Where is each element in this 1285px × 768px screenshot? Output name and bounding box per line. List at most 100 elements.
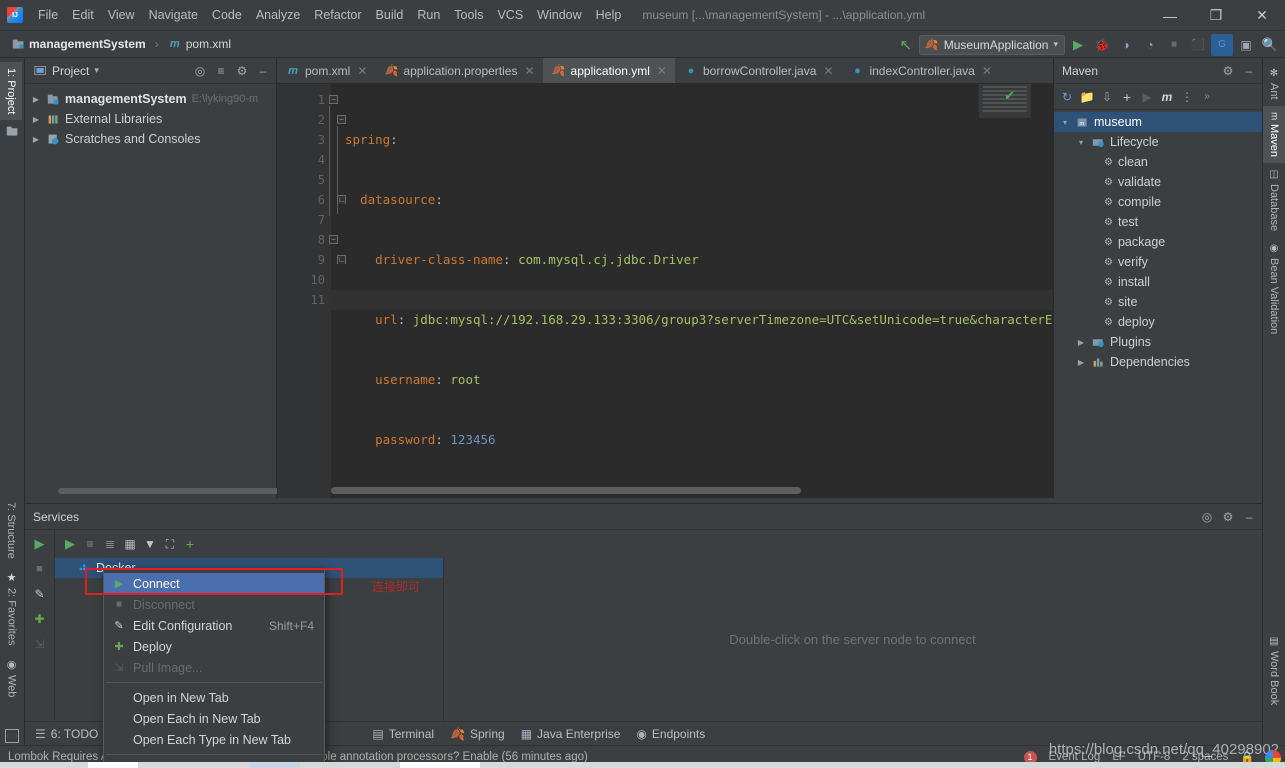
gear-icon[interactable]: ⚙: [1219, 62, 1237, 80]
chevron-right-icon[interactable]: ▶: [1076, 358, 1086, 367]
run-toolbar-icon[interactable]: ▶: [61, 535, 79, 553]
menu-tools[interactable]: Tools: [447, 4, 490, 26]
chevron-down-icon[interactable]: ▾: [1076, 138, 1086, 147]
deploy-icon[interactable]: ✚: [29, 608, 51, 630]
chevron-right-icon[interactable]: ▶: [1076, 338, 1086, 347]
maven-goal-deploy[interactable]: ⚙ deploy: [1054, 312, 1262, 332]
code-editor[interactable]: 1 2 3 4 5 6 7 8 9 10 11 − − ∟ − ∟: [277, 84, 1053, 498]
close-button[interactable]: ✕: [1239, 0, 1285, 31]
bottom-tab-java-enterprise[interactable]: ▦ Java Enterprise: [521, 727, 621, 741]
menu-vcs[interactable]: VCS: [490, 4, 530, 26]
bottom-tab-endpoints[interactable]: ◉ Endpoints: [636, 727, 705, 741]
build-project-button[interactable]: ⬛: [1187, 34, 1209, 56]
add-icon[interactable]: +: [1118, 88, 1136, 106]
locate-icon[interactable]: ◎: [191, 62, 209, 80]
maven-goal-verify[interactable]: ⚙ verify: [1054, 252, 1262, 272]
sidebar-item-web[interactable]: ◉ Web: [0, 652, 23, 703]
context-menu-item-deploy[interactable]: ✚ Deploy: [104, 636, 324, 657]
close-icon[interactable]: ✕: [982, 64, 992, 78]
menu-help[interactable]: Help: [589, 4, 629, 26]
filter-icon[interactable]: ▼: [141, 535, 159, 553]
sidebar-item-structure[interactable]: 7: Structure: [0, 496, 22, 565]
maven-goal-validate[interactable]: ⚙ validate: [1054, 172, 1262, 192]
fold-marker-server[interactable]: −: [329, 235, 338, 244]
maven-node-dependencies[interactable]: ▶ Dependencies: [1054, 352, 1262, 372]
execute-goal-icon[interactable]: ▶: [1138, 88, 1156, 106]
toggle-skip-tests-icon[interactable]: ⋮: [1178, 88, 1196, 106]
chevron-down-icon[interactable]: ▾: [94, 65, 99, 76]
menu-view[interactable]: View: [101, 4, 142, 26]
add-service-icon[interactable]: +: [181, 535, 199, 553]
expand-all-icon[interactable]: ≡: [81, 535, 99, 553]
editor-horizontal-scrollbar[interactable]: [331, 487, 801, 494]
maven-node-museum[interactable]: ▾ m museum: [1054, 112, 1262, 132]
tab-borrow-controller[interactable]: ● borrowController.java ✕: [675, 58, 841, 83]
chevron-right-icon[interactable]: ▶: [31, 95, 41, 104]
minimize-button[interactable]: —: [1147, 0, 1193, 31]
toggle-tool-windows-icon[interactable]: [5, 729, 19, 743]
menu-window[interactable]: Window: [530, 4, 588, 26]
sidebar-item-favorites[interactable]: ★ 2: Favorites: [0, 565, 23, 651]
maven-node-plugins[interactable]: ▶ Plugins: [1054, 332, 1262, 352]
collapse-all-icon[interactable]: ≡: [212, 62, 230, 80]
search-everywhere-icon[interactable]: 🔍: [1259, 34, 1281, 56]
more-icon[interactable]: »: [1198, 88, 1216, 106]
stop-icon[interactable]: ■: [29, 558, 51, 580]
close-icon[interactable]: ✕: [357, 64, 367, 78]
context-menu-item-edit-configuration[interactable]: ✎ Edit Configuration Shift+F4: [104, 615, 324, 636]
maven-node-lifecycle[interactable]: ▾ Lifecycle: [1054, 132, 1262, 152]
inspection-status-icon[interactable]: ✔: [1004, 88, 1015, 104]
locate-icon[interactable]: ◎: [1198, 508, 1216, 526]
tree-item-external-libraries[interactable]: ▶ External Libraries: [25, 109, 276, 129]
profiler-button[interactable]: ◔: [1139, 34, 1161, 56]
run-with-coverage-button[interactable]: ◑: [1115, 34, 1137, 56]
bottom-tab-terminal[interactable]: ▤ Terminal: [372, 727, 434, 741]
menu-analyze[interactable]: Analyze: [249, 4, 307, 26]
tree-item-scratches-consoles[interactable]: ▶ Scratches and Consoles: [25, 129, 276, 149]
maven-goal-compile[interactable]: ⚙ compile: [1054, 192, 1262, 212]
bottom-tab-todo[interactable]: ☰ 6: TODO: [35, 727, 98, 741]
menu-run[interactable]: Run: [410, 4, 447, 26]
maven-goal-package[interactable]: ⚙ package: [1054, 232, 1262, 252]
menu-file[interactable]: File: [31, 4, 65, 26]
maven-goal-test[interactable]: ⚙ test: [1054, 212, 1262, 232]
context-menu-item-connect[interactable]: ▶ Connect: [104, 573, 324, 594]
close-icon[interactable]: ✕: [657, 64, 667, 78]
back-arrow-icon[interactable]: ↖: [895, 34, 917, 56]
gear-icon[interactable]: ⚙: [1219, 508, 1237, 526]
pull-icon[interactable]: ⇲: [29, 633, 51, 655]
chevron-right-icon[interactable]: ▶: [31, 115, 41, 124]
sidebar-item-word-book[interactable]: ▤ Word Book: [1263, 630, 1285, 711]
menu-edit[interactable]: Edit: [65, 4, 101, 26]
add-maven-project-icon[interactable]: 📁: [1078, 88, 1096, 106]
code-content[interactable]: spring: datasource: driver-class-name: c…: [345, 90, 1053, 498]
group-icon[interactable]: ▦: [121, 535, 139, 553]
maven-goal-install[interactable]: ⚙ install: [1054, 272, 1262, 292]
collapse-all-icon[interactable]: ≣: [101, 535, 119, 553]
sidebar-item-project[interactable]: 1: Project: [0, 62, 22, 120]
tab-application-properties[interactable]: 🍂 application.properties ✕: [375, 58, 542, 83]
fold-marker-spring[interactable]: −: [329, 95, 338, 104]
download-sources-icon[interactable]: ⇩: [1098, 88, 1116, 106]
chevron-down-icon[interactable]: ▾: [1060, 118, 1070, 127]
close-icon[interactable]: ✕: [524, 64, 534, 78]
maximize-button[interactable]: ❐: [1193, 0, 1239, 31]
chevron-right-icon[interactable]: ▶: [31, 135, 41, 144]
menu-build[interactable]: Build: [369, 4, 411, 26]
bottom-tab-spring[interactable]: 🍂 Spring: [450, 727, 505, 741]
context-menu-item-open-each-type-in-new-tab[interactable]: Open Each Type in New Tab: [104, 729, 324, 750]
maven-goal-clean[interactable]: ⚙ clean: [1054, 152, 1262, 172]
sidebar-item-bean-validation[interactable]: ◉ Bean Validation: [1263, 237, 1285, 340]
sidebar-item-maven[interactable]: m Maven: [1263, 106, 1285, 163]
maven-goal-icon[interactable]: m: [1158, 88, 1176, 106]
breadcrumb-file[interactable]: m pom.xml: [165, 35, 234, 53]
tree-item-management-system[interactable]: ▶ managementSystem E:\lyking90-m: [25, 89, 276, 109]
hide-icon[interactable]: –: [1240, 62, 1258, 80]
context-menu-item-open-in-new-tab[interactable]: Open in New Tab: [104, 687, 324, 708]
add-tab-icon[interactable]: ⛶: [161, 535, 179, 553]
breadcrumb-project[interactable]: managementSystem: [8, 35, 149, 53]
sidebar-item-ant[interactable]: ✻ Ant: [1263, 62, 1285, 106]
hide-icon[interactable]: –: [254, 62, 272, 80]
tab-pom-xml[interactable]: m pom.xml ✕: [277, 58, 375, 83]
menu-code[interactable]: Code: [205, 4, 249, 26]
